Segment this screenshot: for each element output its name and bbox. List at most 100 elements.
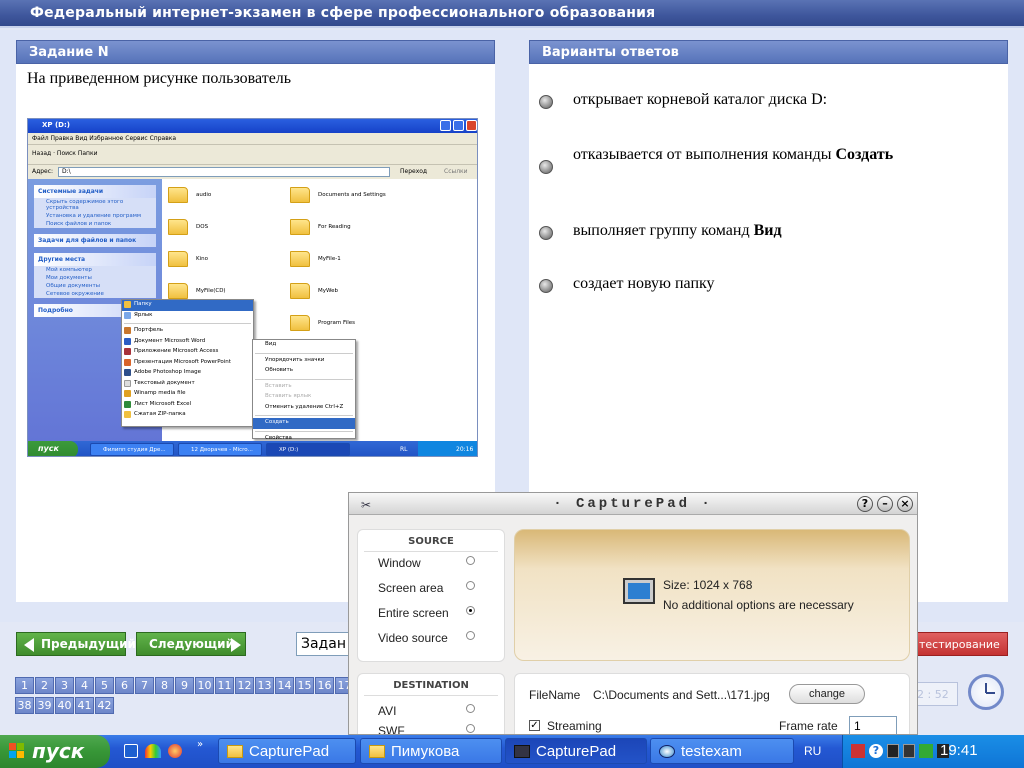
xp-side-item: Установка и удаление программ (34, 212, 156, 220)
change-button[interactable]: change (789, 684, 865, 704)
xp-maximize-icon (453, 120, 464, 131)
windows-taskbar: пуск » CapturePad Пимукова CapturePad te… (0, 735, 1024, 768)
question-number-button[interactable]: 10 (195, 677, 214, 694)
destination-avi-label: AVI (378, 704, 397, 718)
question-number-button[interactable]: 16 (315, 677, 334, 694)
xp-system-tasks: Системные задачи Скрыть содержимое этого… (34, 185, 156, 228)
ctx-item: Обновить (265, 367, 293, 373)
prev-button[interactable]: Предыдущий (16, 632, 136, 656)
tray-app-icon[interactable] (903, 744, 915, 758)
chevron-right-icon[interactable]: » (197, 739, 203, 750)
ctx-item: Презентация Microsoft PowerPoint (122, 358, 253, 369)
streaming-checkbox[interactable]: ✓ (529, 720, 540, 731)
radio-bullet-icon[interactable] (539, 226, 553, 240)
task-field[interactable]: Задан (296, 632, 356, 656)
question-number-button[interactable]: 13 (255, 677, 274, 694)
xp-side-item: Сетевое окружение (34, 290, 156, 298)
ctx-item: Вставить ярлык (265, 393, 312, 399)
file-settings: FileName C:\Documents and Sett...\171.jp… (514, 673, 910, 734)
capturepad-window: ✂ · CapturePad · ? – × SOURCE Window Scr… (348, 492, 918, 735)
taskbar-item-capturepad-1[interactable]: CapturePad (218, 738, 356, 764)
timer-display: 2 : 52 (912, 682, 958, 706)
xp-side-item: Мои документы (34, 274, 156, 282)
desktop-quicklaunch-icon[interactable] (124, 744, 138, 758)
start-button[interactable]: пуск (0, 735, 110, 768)
radio-bullet-icon[interactable] (539, 160, 553, 174)
question-number-button[interactable]: 38 (15, 697, 34, 714)
question-number-button[interactable]: 11 (215, 677, 234, 694)
source-screen-area-label: Screen area (378, 581, 444, 595)
next-button[interactable]: Следующий (136, 632, 246, 656)
folder-label: Program Files (318, 320, 356, 326)
source-video-label: Video source (378, 631, 448, 645)
source-entire-screen-radio[interactable] (466, 606, 475, 615)
question-number-button[interactable]: 2 (35, 677, 54, 694)
network-icon[interactable] (919, 744, 933, 758)
taskbar-item-pimukova[interactable]: Пимукова (360, 738, 502, 764)
question-number-button[interactable]: 40 (55, 697, 74, 714)
source-video-radio[interactable] (466, 631, 475, 640)
question-number-button[interactable]: 9 (175, 677, 194, 694)
monitor-icon (623, 578, 655, 604)
question-number-button[interactable]: 3 (55, 677, 74, 694)
tray-flag-icon[interactable] (851, 744, 865, 758)
help-tray-icon[interactable]: ? (869, 744, 883, 758)
help-icon[interactable]: ? (857, 496, 873, 512)
question-number-button[interactable]: 1 (15, 677, 34, 694)
capturepad-title: · CapturePad · (553, 496, 713, 512)
folder-label: MyFile-1 (318, 256, 341, 262)
destination-swf-radio[interactable] (466, 724, 475, 733)
xp-other-places: Другие места Мой компьютер Мои документы… (34, 253, 156, 298)
question-number-button[interactable]: 39 (35, 697, 54, 714)
minimize-icon[interactable]: – (877, 496, 893, 512)
source-group: SOURCE Window Screen area Entire screen … (357, 529, 505, 662)
xp-close-icon (466, 120, 477, 131)
question-number-button[interactable]: 4 (75, 677, 94, 694)
source-screen-area-radio[interactable] (466, 581, 475, 590)
capturepad-titlebar[interactable]: ✂ · CapturePad · ? – × (349, 493, 917, 515)
xp-minimize-icon (440, 120, 451, 131)
xp-titlebar: XP (D:) (28, 119, 477, 133)
xp-side-item: Мой компьютер (34, 266, 156, 274)
capturepad-logo-icon: ✂ (361, 497, 371, 515)
language-indicator[interactable]: RU (804, 744, 821, 758)
question-number-button[interactable]: 12 (235, 677, 254, 694)
question-number-button[interactable]: 15 (295, 677, 314, 694)
ctx-item: Папку (122, 300, 253, 311)
system-tray: ? (842, 735, 1024, 768)
question-number-button[interactable]: 14 (275, 677, 294, 694)
xp-system-tasks-title: Системные задачи (34, 185, 156, 198)
question-number-button[interactable]: 41 (75, 697, 94, 714)
framerate-label: Frame rate (779, 719, 838, 733)
rainbow-quicklaunch-icon[interactable] (145, 744, 161, 758)
xp-file-tasks: Задачи для файлов и папок (34, 234, 156, 247)
streaming-label: Streaming (547, 719, 602, 733)
taskbar-item-testexam[interactable]: testexam (650, 738, 794, 764)
folder-icon (290, 283, 310, 299)
source-window-radio[interactable] (466, 556, 475, 565)
xp-start-button: пуск (28, 441, 78, 456)
question-number-button[interactable]: 42 (95, 697, 114, 714)
xp-lang: RL (400, 446, 408, 453)
question-number-button[interactable]: 8 (155, 677, 174, 694)
ctx-item: Портфель (122, 326, 253, 337)
framerate-input[interactable]: 1 (849, 716, 897, 734)
question-number-button[interactable]: 6 (115, 677, 134, 694)
question-image: XP (D:) Файл Правка Вид Избранное Сервис… (27, 118, 478, 457)
radio-bullet-icon[interactable] (539, 95, 553, 109)
ctx-item: Сжатая ZIP-папка (122, 410, 253, 421)
browser-quicklaunch-icon[interactable] (168, 744, 182, 758)
finish-testing-button[interactable]: тестирование (912, 632, 1008, 656)
radio-bullet-icon[interactable] (539, 279, 553, 293)
xp-address-label: Адрес: (32, 168, 54, 175)
tray-app-icon[interactable] (887, 744, 899, 758)
question-number-button[interactable]: 7 (135, 677, 154, 694)
destination-avi-radio[interactable] (466, 704, 475, 713)
xp-other-places-title: Другие места (34, 253, 156, 266)
question-number-button[interactable]: 5 (95, 677, 114, 694)
folder-label: For Reading (318, 224, 351, 230)
taskbar-clock[interactable]: 19:41 (940, 742, 978, 759)
taskbar-item-capturepad-2[interactable]: CapturePad (505, 738, 647, 764)
filename-value: C:\Documents and Sett...\171.jpg (593, 688, 770, 702)
close-icon[interactable]: × (897, 496, 913, 512)
